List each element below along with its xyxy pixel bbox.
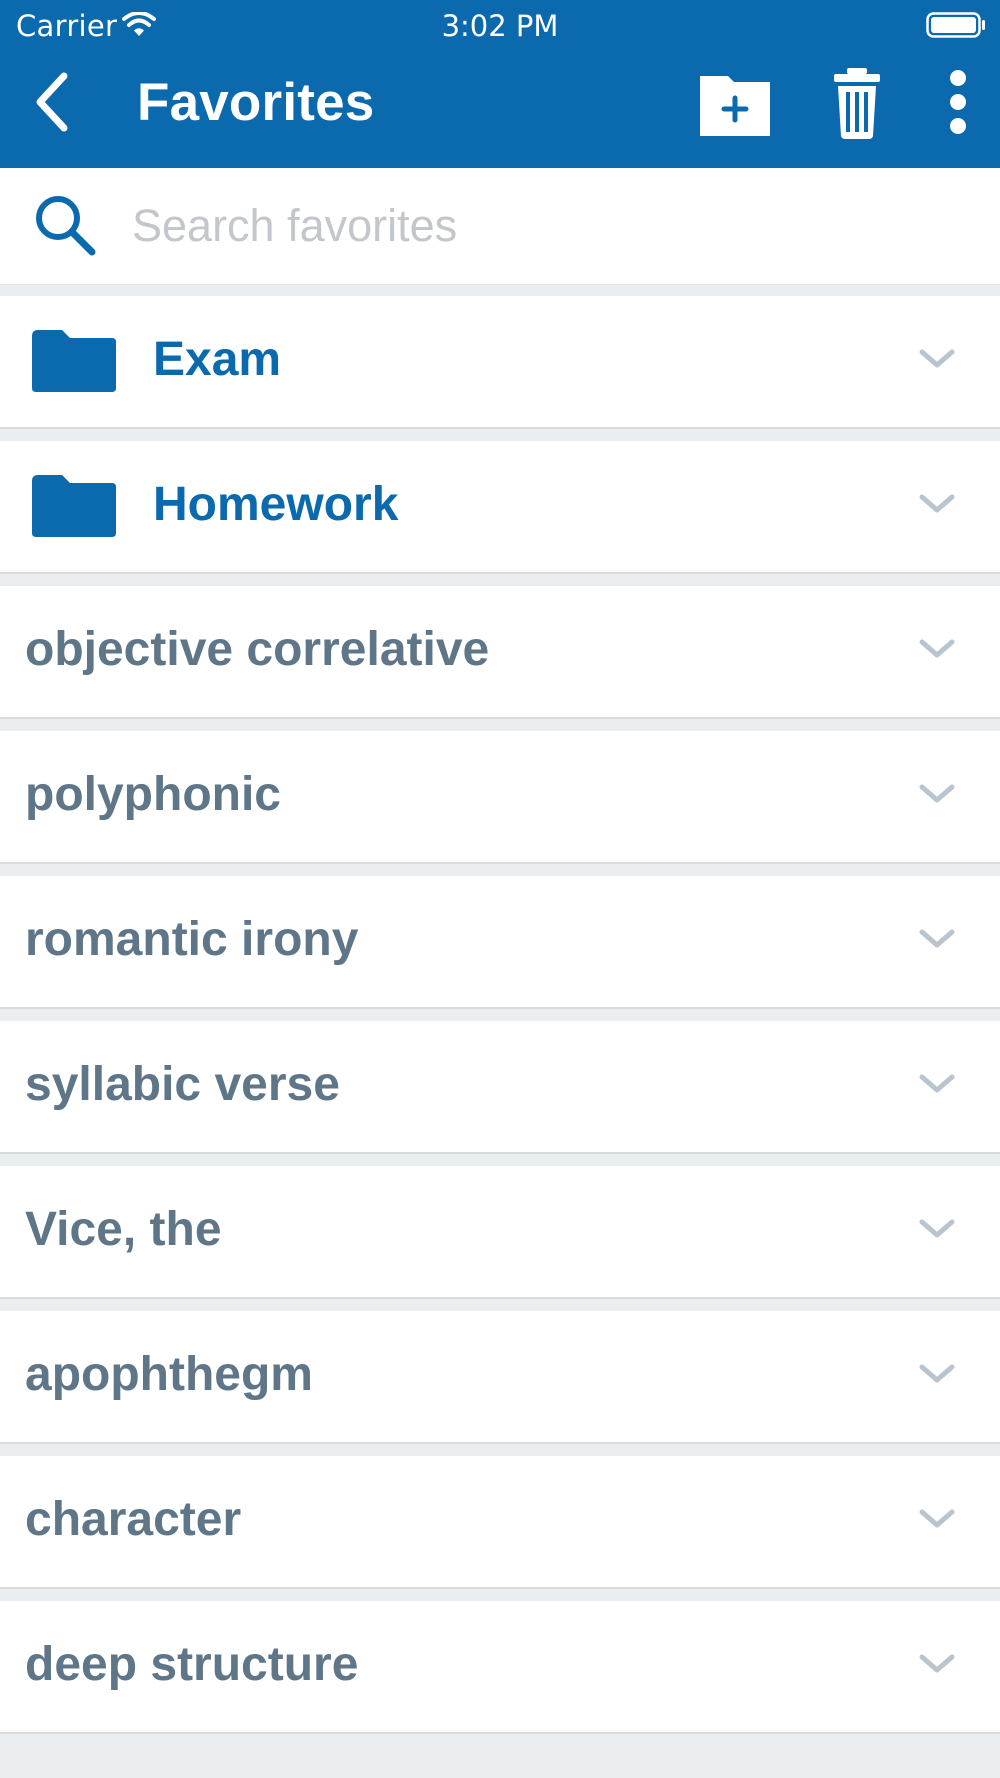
chevron-down-icon[interactable] — [918, 1508, 956, 1530]
more-options-button[interactable] — [944, 66, 972, 140]
term-label: syllabic verse — [25, 1058, 340, 1111]
term-label: polyphonic — [25, 768, 281, 821]
list-item[interactable]: character — [0, 1456, 1000, 1589]
term-label: romantic irony — [25, 913, 359, 966]
delete-button[interactable] — [832, 66, 882, 140]
folder-row-homework[interactable]: Homework — [0, 441, 1000, 574]
term-label: deep structure — [25, 1638, 359, 1691]
nav-bar: Favorites — [0, 50, 1000, 168]
list-item[interactable]: Vice, the — [0, 1166, 1000, 1299]
chevron-down-icon[interactable] — [918, 1653, 956, 1675]
chevron-down-icon[interactable] — [918, 1363, 956, 1385]
app-header: Carrier 3:02 PM Favorites — [0, 0, 1000, 168]
chevron-down-icon[interactable] — [918, 928, 956, 950]
chevron-down-icon[interactable] — [918, 638, 956, 660]
new-folder-button[interactable] — [698, 66, 772, 140]
folder-label: Exam — [153, 333, 282, 386]
chevron-down-icon[interactable] — [918, 783, 956, 805]
search-input[interactable] — [132, 194, 972, 258]
status-time: 3:02 PM — [441, 9, 559, 43]
chevron-down-icon[interactable] — [918, 493, 956, 515]
chevron-down-icon[interactable] — [918, 1218, 956, 1240]
term-label: Vice, the — [25, 1203, 222, 1256]
list-item[interactable]: objective correlative — [0, 586, 1000, 719]
list-item[interactable]: syllabic verse — [0, 1021, 1000, 1154]
search-bar — [0, 168, 1000, 285]
list-item[interactable]: romantic irony — [0, 876, 1000, 1009]
term-label: objective correlative — [25, 623, 490, 676]
back-button[interactable] — [20, 64, 84, 140]
term-label: character — [25, 1493, 242, 1546]
status-bar: Carrier 3:02 PM — [0, 0, 1000, 50]
chevron-down-icon[interactable] — [918, 1073, 956, 1095]
folder-icon — [32, 475, 116, 537]
search-icon — [36, 196, 96, 256]
term-label: apophthegm — [25, 1348, 313, 1401]
list-item[interactable]: apophthegm — [0, 1311, 1000, 1444]
list-item[interactable]: polyphonic — [0, 731, 1000, 864]
favorites-list: Exam Homework objective correlative poly… — [0, 296, 1000, 1746]
battery-icon — [926, 12, 985, 38]
chevron-down-icon[interactable] — [918, 348, 956, 370]
folder-row-exam[interactable]: Exam — [0, 296, 1000, 429]
folder-icon — [32, 330, 116, 392]
folder-label: Homework — [153, 478, 399, 531]
list-item[interactable]: deep structure — [0, 1601, 1000, 1734]
page-title: Favorites — [137, 73, 375, 132]
